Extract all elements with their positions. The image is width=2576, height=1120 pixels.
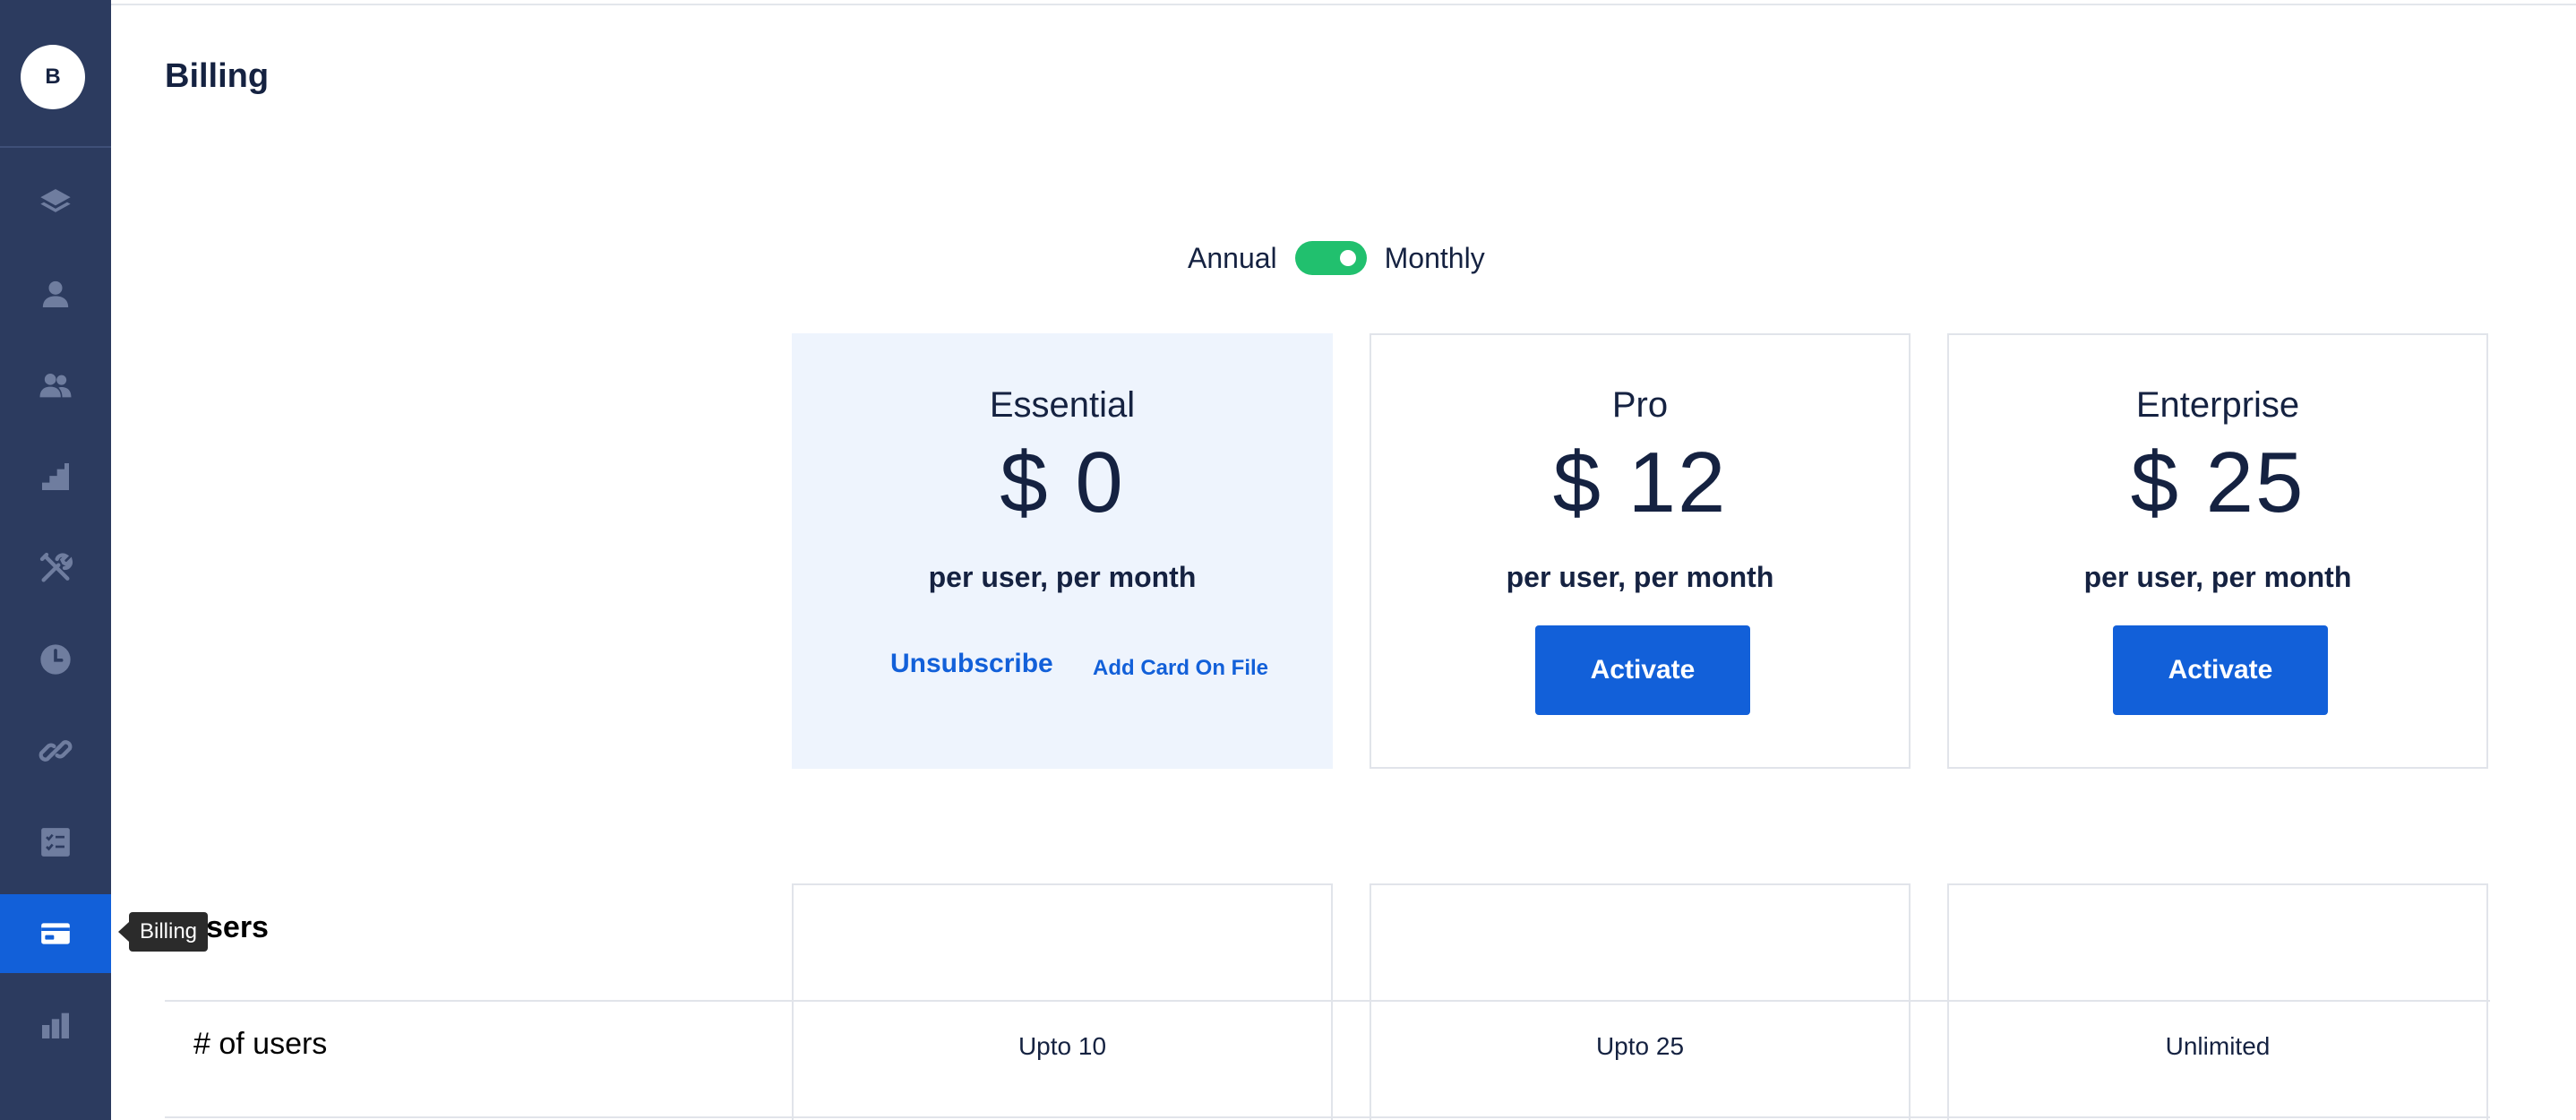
unsubscribe-button[interactable]: Unsubscribe xyxy=(890,649,1053,679)
billing-period-toggle[interactable] xyxy=(1294,241,1367,275)
layers-icon xyxy=(40,189,71,212)
plan-name: Pro xyxy=(1611,385,1669,425)
plan-card-enterprise: Enterprise $ 25 per user, per month Acti… xyxy=(1947,333,2488,769)
billing-period-toggle-row: Annual Monthly xyxy=(1188,240,1485,276)
sidebar-item-integrations[interactable] xyxy=(0,711,111,790)
table-row-divider xyxy=(165,1116,2490,1118)
toggle-knob xyxy=(1339,250,1356,266)
feature-column-enterprise xyxy=(1947,883,2488,1120)
plan-card-pro: Pro $ 12 per user, per month Activate xyxy=(1370,333,1911,769)
monthly-label[interactable]: Monthly xyxy=(1385,242,1485,275)
plan-price: $ 25 xyxy=(2130,435,2306,530)
sidebar-divider xyxy=(0,146,111,148)
plan-card-essential: Essential $ 0 per user, per month Unsubs… xyxy=(792,333,1333,769)
annual-label[interactable]: Annual xyxy=(1188,242,1277,275)
feature-column-pro xyxy=(1370,883,1911,1120)
feature-value-pro: Upto 25 xyxy=(1595,1032,1685,1060)
avatar[interactable]: B xyxy=(21,45,85,109)
table-row-divider xyxy=(165,1000,2490,1002)
sidebar-item-history[interactable] xyxy=(0,620,111,699)
plan-price: $ 12 xyxy=(1552,435,1728,530)
top-border xyxy=(111,4,2576,5)
sidebar-item-billing[interactable] xyxy=(0,894,111,973)
feature-section-label: sers xyxy=(206,910,269,944)
user-icon xyxy=(42,280,69,307)
bar-chart-icon xyxy=(42,1012,69,1038)
sidebar-item-users[interactable] xyxy=(0,346,111,425)
activate-pro-button[interactable]: Activate xyxy=(1535,625,1750,715)
billing-card-icon xyxy=(41,923,70,944)
sidebar-item-tools[interactable] xyxy=(0,529,111,607)
plan-period: per user, per month xyxy=(2083,561,2352,593)
plan-price: $ 0 xyxy=(1000,435,1125,530)
feature-value-enterprise: Unlimited xyxy=(2165,1032,2271,1060)
add-card-on-file-button[interactable]: Add Card On File xyxy=(1093,656,1268,681)
stairs-icon xyxy=(42,463,69,490)
activate-enterprise-button[interactable]: Activate xyxy=(2113,625,2328,715)
feature-row-label: # of users xyxy=(193,1027,328,1061)
sidebar-item-layers[interactable] xyxy=(0,163,111,242)
page-title: Billing xyxy=(165,57,270,95)
plan-name: Essential xyxy=(989,385,1136,425)
sidebar-item-stairs[interactable] xyxy=(0,437,111,516)
plan-name: Enterprise xyxy=(2135,385,2300,425)
sidebar: B xyxy=(0,0,111,1120)
clock-icon xyxy=(40,644,71,675)
feature-column-essential xyxy=(792,883,1333,1120)
sidebar-item-user[interactable] xyxy=(0,254,111,333)
plan-period: per user, per month xyxy=(928,561,1197,593)
link-icon xyxy=(39,740,73,762)
feature-value-essential: Upto 10 xyxy=(1018,1032,1107,1060)
plan-period: per user, per month xyxy=(1506,561,1774,593)
sidebar-item-reports[interactable] xyxy=(0,986,111,1064)
tools-icon xyxy=(39,552,73,582)
checklist-icon xyxy=(41,828,70,857)
billing-tooltip: Billing xyxy=(117,912,209,952)
users-icon xyxy=(39,374,72,398)
sidebar-item-tasks[interactable] xyxy=(0,803,111,882)
